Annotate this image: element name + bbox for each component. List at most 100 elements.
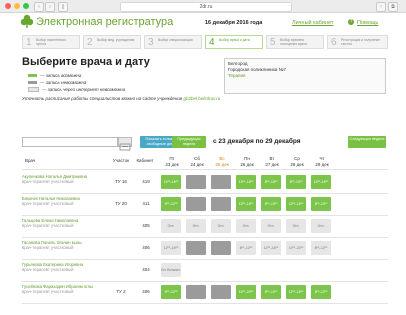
legend-unavailable: — запись невозможна <box>28 80 86 86</box>
sidebar-icon[interactable]: ▯ <box>58 2 68 12</box>
next-week-button[interactable]: Следующая неделя <box>348 136 386 148</box>
row-divider <box>22 215 388 216</box>
step-5[interactable]: 5 Выбор времени посещения врача <box>266 35 324 49</box>
day-header: Чт 29 дек <box>310 156 334 167</box>
selection-summary: Белгород Городская поликлиника №7 Терапи… <box>224 58 386 94</box>
schedule-slot: Отп. <box>311 219 331 233</box>
step-label: Выбор населённого пункта <box>36 38 67 46</box>
step-label: Выбор специализации <box>158 38 193 42</box>
back-icon[interactable]: ‹ <box>34 2 44 12</box>
address-bar[interactable]: 2dr.ru <box>120 2 292 12</box>
browser-toolbar: ‹ › ▯ 2dr.ru ↑ ⧉ <box>0 0 406 13</box>
schedule-slot[interactable]: 8⁰⁰–12⁰⁰ <box>261 285 281 299</box>
doctor-role: врач-терапевт участковый <box>22 200 74 206</box>
schedule-slot <box>211 285 231 299</box>
schedule-slot: 8⁰⁰–12⁰⁰ <box>311 241 331 255</box>
doctor-role: врач-терапевт участковый <box>22 222 74 228</box>
maximize-window-icon[interactable] <box>23 3 29 9</box>
room-cell: 419 <box>142 179 150 184</box>
day-date: 23 дек <box>165 161 179 167</box>
share-icon[interactable]: ↑ <box>376 2 386 12</box>
page-title: Выберите врача и дату <box>22 56 150 68</box>
day-date: 26 дек <box>240 161 254 167</box>
schedule-slot <box>186 241 206 255</box>
site-header: Электронная регистратура 16 декабря 2016… <box>0 13 406 31</box>
doctor-role: врач-терапевт участковый <box>22 244 74 250</box>
schedule-slot[interactable]: 8⁰⁰–12⁰⁰ <box>311 285 331 299</box>
prev-week-button[interactable]: Предыдущая неделя <box>172 136 206 148</box>
current-date: 16 декабря 2016 года <box>205 20 263 26</box>
doctor-name-link[interactable]: Гурьянова Екатерина Игоревна врач-терапев… <box>22 262 102 273</box>
doctor-name-link[interactable]: Акуленкова Наталья Дмитриевна врач-терапе… <box>22 174 102 185</box>
site-title: Электронная регистратура <box>36 16 174 28</box>
schedule-slot[interactable]: 8⁰⁰–13⁰⁰ <box>311 197 331 211</box>
doctor-name-link[interactable]: Гусейнова Фарахадин Ибрагим оглы врач-тер… <box>22 284 102 295</box>
step-6[interactable]: 6 Регистрация и получение талона <box>327 35 388 49</box>
schedule-slot[interactable]: 13⁰⁰–18⁰⁰ <box>236 175 256 189</box>
schedule-slot <box>211 175 231 189</box>
step-2[interactable]: 2 Выбор мед. учреждения <box>83 35 141 49</box>
legend-no-internet: — запись через интернет невозможна <box>28 87 125 93</box>
schedule-slot: 12⁰⁰–16⁰⁰ <box>261 241 281 255</box>
step-number: 1 <box>26 37 32 48</box>
schedule-slot: Отп. <box>236 219 256 233</box>
section-cell: ТУ 20 <box>115 201 127 206</box>
schedule-slot: 10⁰⁰–20⁰⁰ <box>286 241 306 255</box>
help-icon[interactable]: ? <box>348 19 354 25</box>
tabs-icon[interactable]: ⧉ <box>388 2 398 12</box>
step-3[interactable]: 3 Выбор специализации <box>144 35 202 49</box>
room-cell: 411 <box>142 201 150 206</box>
legend-available: — запись возможна <box>28 73 81 79</box>
day-date: 25 дек <box>215 161 229 167</box>
day-header: Сб 24 дек <box>185 156 209 167</box>
schedule-slot[interactable]: 13⁰⁰–18⁰⁰ <box>236 197 256 211</box>
day-header: Пн 26 дек <box>235 156 259 167</box>
step-label: Регистрация и получение талона <box>341 38 381 46</box>
schedule-slot[interactable]: 8⁰⁰–13⁰⁰ <box>261 197 281 211</box>
doctor-role: врач-терапевт участковый <box>22 266 74 272</box>
schedule-slot[interactable]: 13⁰⁰–18⁰⁰ <box>286 197 306 211</box>
doctor-role: врач-терапевт участковый <box>22 178 74 184</box>
step-1[interactable]: 1 Выбор населённого пункта <box>22 35 80 49</box>
day-date: 27 дек <box>265 161 279 167</box>
week-range: с 23 декабря по 29 декабря <box>213 138 301 145</box>
schedule-slot[interactable]: 14⁰⁰–18⁰⁰ <box>161 175 181 189</box>
doctor-role: врач-терапевт участковый <box>22 288 74 294</box>
step-number: 3 <box>148 37 154 48</box>
step-number: 5 <box>270 37 276 48</box>
schedule-slot: Отп. <box>261 219 281 233</box>
schedule-slot: Отп. <box>186 219 206 233</box>
day-header: Пт 23 дек <box>160 156 184 167</box>
schedule-slot[interactable]: 8⁰⁰–12⁰⁰ <box>161 197 181 211</box>
institution-site-link[interactable]: gb2bel.belzdrav.ru <box>184 96 221 101</box>
schedule-slot[interactable]: 8⁰⁰–12⁰⁰ <box>161 285 181 299</box>
keyboard-icon <box>119 143 131 151</box>
step-4[interactable]: 4 Выбор врача и даты <box>205 35 263 49</box>
doctor-name-link[interactable]: Гальцева Елена Николаевна врач-терапевт у… <box>22 218 102 229</box>
account-link[interactable]: Личный кабинет <box>292 20 333 26</box>
schedule-slot[interactable]: 8⁰⁰–13⁰⁰ <box>261 175 281 189</box>
legend-text: — запись невозможна <box>40 80 87 85</box>
room-cell: 406 <box>142 245 150 250</box>
schedule-slot[interactable]: 12⁰⁰–18⁰⁰ <box>286 285 306 299</box>
forward-icon[interactable]: › <box>45 2 55 12</box>
doctor-search-input[interactable] <box>22 137 118 147</box>
doctor-name-link[interactable]: Бяконек Наталья Николаевна врач-терапевт … <box>22 196 102 207</box>
day-date: 28 дек <box>290 161 304 167</box>
schedule-slot: Б/л больнич. <box>161 263 181 277</box>
doctor-name-link[interactable]: Гасанова Гюнель Эльчин кызы врач-терапевт… <box>22 240 102 251</box>
schedule-slot: Отп. <box>286 219 306 233</box>
help-link[interactable]: Помощь <box>357 20 378 26</box>
schedule-slot[interactable]: 8⁰⁰–13⁰⁰ <box>286 175 306 189</box>
schedule-slot[interactable]: 13⁰⁰–18⁰⁰ <box>311 175 331 189</box>
note-text: Уточнить расписание работы специалистов … <box>22 96 183 101</box>
close-window-icon[interactable] <box>5 3 11 9</box>
row-divider <box>22 281 388 282</box>
schedule-slot: 12⁰⁰–16⁰⁰ <box>161 241 181 255</box>
minimize-window-icon[interactable] <box>14 3 20 9</box>
schedule-slot[interactable]: 14⁰⁰–20⁰⁰ <box>236 285 256 299</box>
legend-text: — запись возможна <box>40 73 82 78</box>
section-cell: ТУ 16 <box>115 179 127 184</box>
search-button[interactable] <box>118 137 132 151</box>
step-number: 4 <box>209 37 215 48</box>
